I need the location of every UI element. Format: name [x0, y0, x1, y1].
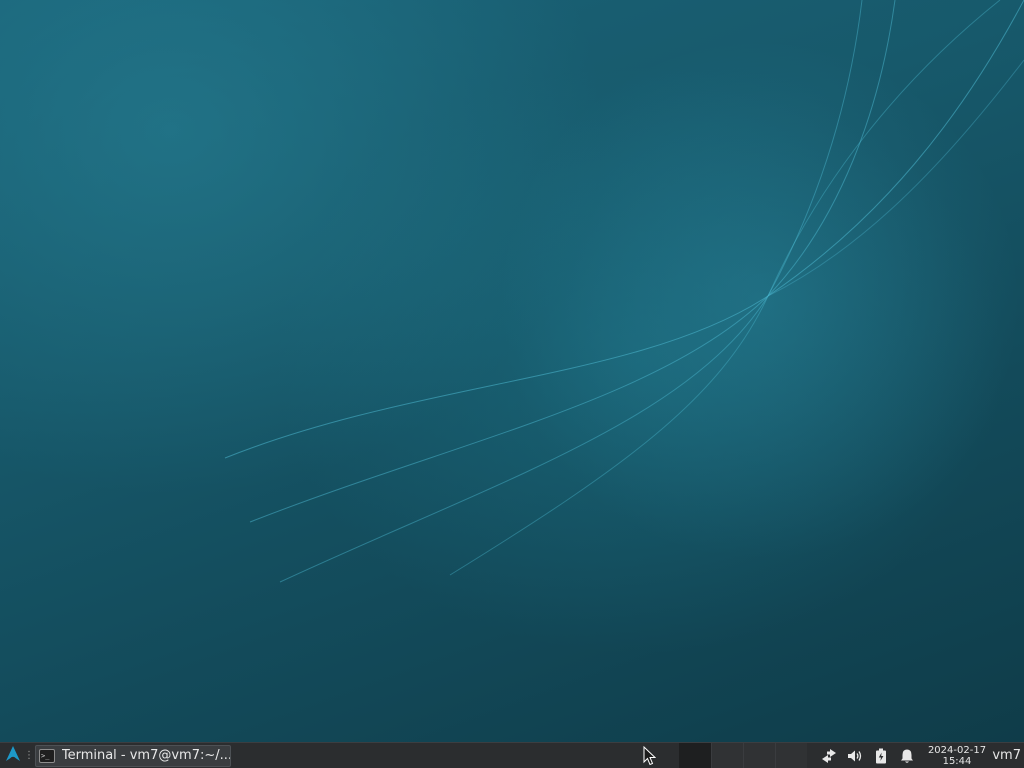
battery-icon	[875, 748, 887, 764]
workspace-3[interactable]	[743, 743, 775, 768]
clock-date: 2024-02-17	[927, 744, 987, 756]
workspace-4[interactable]	[775, 743, 807, 768]
panel-handle[interactable]: ⋮	[24, 743, 34, 768]
notifications-button[interactable]	[894, 743, 920, 768]
network-indicator[interactable]	[816, 743, 842, 768]
battery-indicator[interactable]	[868, 743, 894, 768]
application-menu-button[interactable]	[0, 743, 26, 768]
terminal-icon: >_	[39, 748, 55, 763]
clock-time: 15:44	[942, 755, 972, 767]
taskbar-task-terminal[interactable]: >_ Terminal - vm7@vm7:~/...	[35, 744, 231, 767]
task-label: Terminal - vm7@vm7:~/...	[61, 748, 230, 763]
desktop[interactable]	[0, 0, 1024, 742]
volume-icon	[847, 748, 863, 764]
workspace-switcher	[679, 743, 807, 768]
wallpaper-curves	[224, 0, 1024, 583]
user-menu[interactable]: vm7	[990, 748, 1024, 763]
clock[interactable]: 2024-02-17 15:44	[924, 745, 990, 767]
mouse-pointer-icon	[643, 746, 656, 766]
taskbar: ⋮ >_ Terminal - vm7@vm7:~/... 2024-02-17…	[0, 742, 1024, 768]
notification-bell-icon	[899, 748, 915, 764]
taskbar-empty-area	[231, 743, 679, 768]
workspace-2[interactable]	[711, 743, 743, 768]
workspace-1[interactable]	[679, 743, 711, 768]
arch-logo-icon	[6, 746, 20, 765]
network-icon	[821, 748, 837, 764]
volume-control[interactable]	[842, 743, 868, 768]
